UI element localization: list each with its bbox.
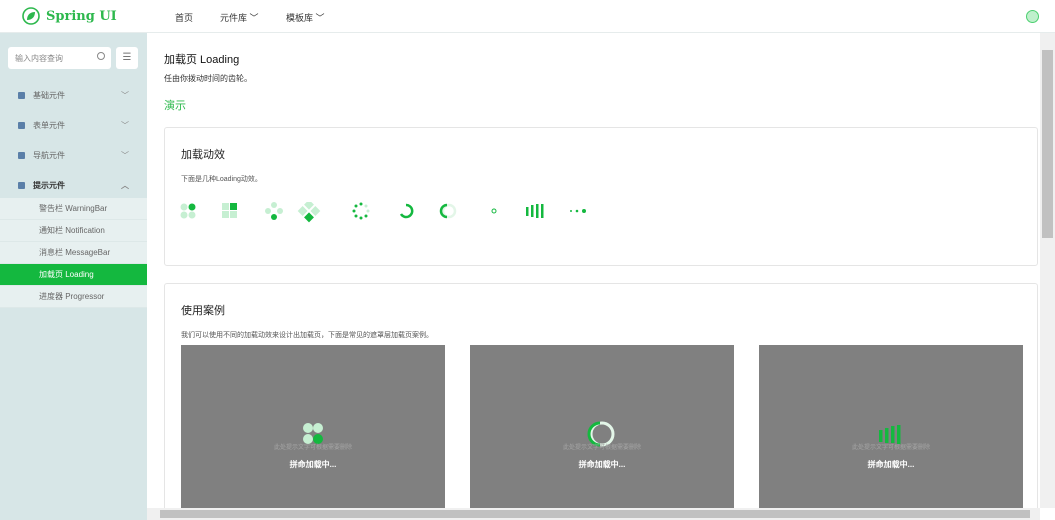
sidebar-item-loading[interactable]: 加载页 Loading: [0, 264, 147, 286]
card-desc: 我们可以使用不同的加载动效来设计出加载页，下面是常见的遮罩层加载页案例。: [181, 332, 433, 339]
main-content: 加载页 Loading 任由你拨动时间的齿轮。 演示 加载动效 下面是几种Loa…: [147, 33, 1040, 508]
squares-loader-icon: [222, 203, 237, 218]
panel-label: 拼命加载中...: [289, 460, 337, 469]
diamond-loader-icon: [297, 202, 321, 223]
sidebar: 输入内容查询 ☰ 基础元件 ﹀ 表单元件 ﹀ 导航元件 ﹀ 提示元件 ︿ 警告栏 War…: [0, 33, 147, 520]
top-header: Spring UI 首页 元件库 ﹀ 模板库 ﹀: [0, 0, 1055, 33]
panel-tip: 此处提示文字可根据需要删除: [273, 445, 352, 451]
sidebar-item-warningbar[interactable]: 警告栏 WarningBar: [0, 198, 147, 220]
sidebar-group-form[interactable]: 表单元件 ﹀: [0, 110, 147, 140]
sidebar-group-tips[interactable]: 提示元件 ︿: [0, 170, 147, 200]
horizontal-scrollbar[interactable]: [147, 508, 1040, 520]
nav-templates[interactable]: 模板库 ﹀: [286, 11, 325, 24]
chevron-down-icon: ﹀: [121, 120, 129, 130]
small-ring-icon: [491, 208, 497, 214]
group-label: 提示元件: [33, 180, 65, 190]
vertical-scrollbar[interactable]: [1040, 33, 1055, 508]
arc-spinner-icon: [399, 203, 414, 219]
chevron-up-icon: ︿: [121, 180, 129, 190]
panel-label: 拼命加载中...: [578, 460, 626, 469]
chevron-down-icon: ﹀: [121, 90, 129, 100]
book-icon: [18, 121, 25, 129]
ring-spinner-icon: [439, 203, 457, 219]
panel-tip: 此处提示文字可根据需要删除: [562, 445, 641, 451]
book-icon: [18, 181, 25, 189]
chevron-down-icon: ﹀: [121, 150, 129, 160]
sidebar-group-basic[interactable]: 基础元件 ﹀: [0, 80, 147, 110]
card-title: 加载动效: [181, 149, 225, 161]
search-input[interactable]: 输入内容查询: [8, 47, 111, 69]
panel-label: 拼命加载中...: [867, 460, 915, 469]
search-placeholder: 输入内容查询: [15, 54, 63, 63]
petal-loader-icon: [265, 202, 283, 220]
card-desc: 下面是几种Loading动效。: [181, 176, 262, 183]
loading-mask-panel: 此处提示文字可根据需要删除 拼命加载中...: [759, 345, 1023, 508]
sidebar-item-messagebar[interactable]: 消息栏 MessageBar: [0, 242, 147, 264]
loading-effects-row: [180, 202, 586, 223]
list-icon: [18, 91, 25, 99]
use-cases-card: 使用案例 我们可以使用不同的加载动效来设计出加载页，下面是常见的遮罩层加载页案例…: [164, 283, 1038, 508]
brand-logo[interactable]: Spring UI: [22, 7, 117, 25]
sidebar-group-nav[interactable]: 导航元件 ﹀: [0, 140, 147, 170]
nav-home[interactable]: 首页: [175, 11, 193, 24]
scrollbar-thumb[interactable]: [160, 510, 1030, 518]
dots-grid-loader-icon: [180, 203, 196, 219]
group-label: 表单元件: [33, 120, 65, 130]
demo-heading: 演示: [164, 100, 186, 112]
loading-mask-panel: 此处提示文字可根据需要删除 拼命加载中...: [470, 345, 734, 508]
leaf-logo-icon: [22, 7, 40, 25]
nav-components[interactable]: 元件库 ﹀: [220, 11, 259, 24]
menu-toggle-icon[interactable]: [1026, 10, 1039, 23]
loading-effects-card: 加载动效 下面是几种Loading动效。: [164, 127, 1038, 266]
page-subtitle: 任由你拨动时间的齿轮。: [164, 74, 252, 83]
scrollbar-thumb[interactable]: [1042, 50, 1053, 238]
loading-mask-panel: 此处提示文字可根据需要删除 拼命加载中...: [181, 345, 445, 508]
brand-name: Spring UI: [46, 8, 117, 24]
group-label: 导航元件: [33, 150, 65, 160]
dots-loader-icon: [570, 209, 586, 213]
card-title: 使用案例: [181, 305, 225, 317]
panel-tip: 此处提示文字可根据需要删除: [851, 445, 930, 451]
dotted-ring-loader-icon: [352, 202, 370, 220]
book-icon: [18, 151, 25, 159]
group-label: 基础元件: [33, 90, 65, 100]
sidebar-item-progressor[interactable]: 进度器 Progressor: [0, 286, 147, 308]
bars-loader-icon: [526, 204, 544, 218]
collapse-menu-button[interactable]: ☰: [116, 47, 138, 69]
page-title: 加载页 Loading: [164, 54, 240, 66]
search-icon[interactable]: [97, 52, 105, 60]
sidebar-item-notification[interactable]: 通知栏 Notification: [0, 220, 147, 242]
